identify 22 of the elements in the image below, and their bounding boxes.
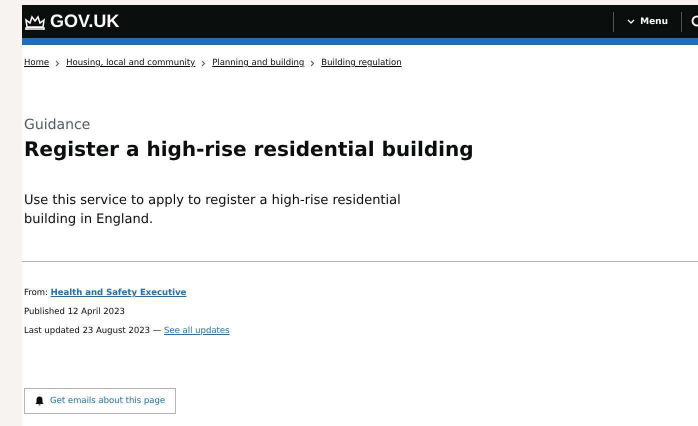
updated-date: Last updated 23 August 2023 — <box>24 326 162 336</box>
site-logo[interactable]: GOV.UK <box>24 11 120 32</box>
from-label: From: <box>24 288 48 298</box>
logo-text: GOV.UK <box>50 11 120 32</box>
published-date: Published 12 April 2023 <box>24 306 126 319</box>
page-title: Register a high-rise residential building <box>24 137 475 161</box>
chevron-icon <box>201 60 206 66</box>
chevron-down-icon <box>627 18 636 24</box>
chevron-icon <box>55 60 60 66</box>
organisation-link[interactable]: Health and Safety Executive <box>50 288 186 298</box>
menu-button[interactable]: Menu <box>614 16 681 26</box>
page-caption: Guidance <box>24 117 92 133</box>
breadcrumb-link[interactable]: Housing, local and community <box>66 58 196 68</box>
email-signup-button[interactable]: Get emails about this page <box>24 388 176 414</box>
breadcrumb-link[interactable]: Home <box>24 58 50 68</box>
breadcrumb-link[interactable]: Building regulation <box>321 58 402 68</box>
chevron-icon <box>310 60 316 66</box>
crown-icon <box>24 14 46 30</box>
updates-link[interactable]: See all updates <box>164 326 230 336</box>
bell-icon <box>35 396 44 406</box>
page-description: Use this service to apply to register a high-rise residential building in England. <box>24 192 402 229</box>
breadcrumb-link[interactable]: Planning and building <box>212 58 304 68</box>
